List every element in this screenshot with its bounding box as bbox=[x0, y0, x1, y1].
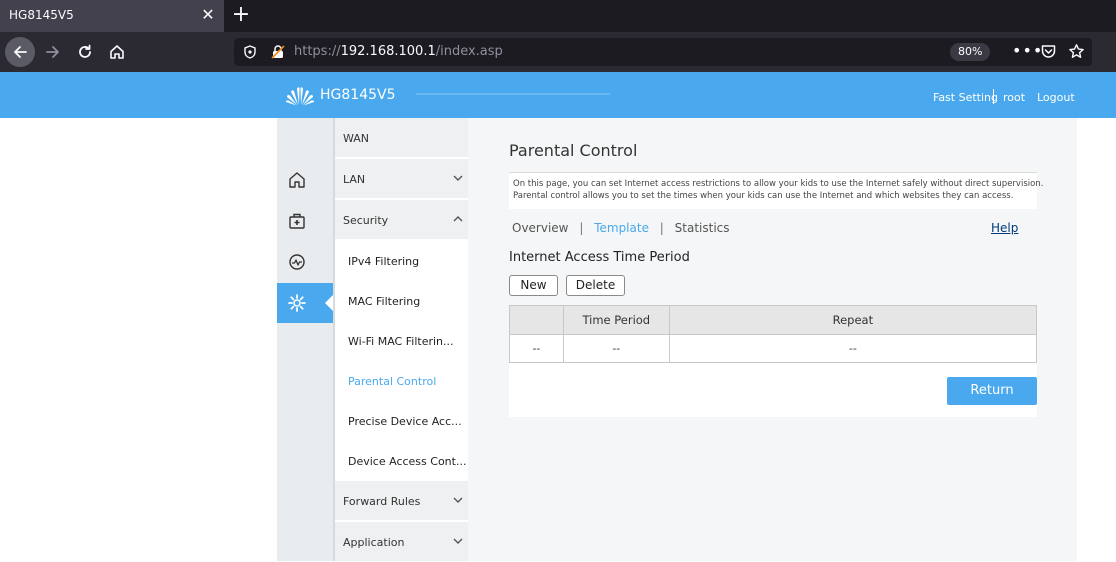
tab-separator: | bbox=[659, 221, 664, 235]
sidebar-subitem-mac-filtering[interactable]: MAC Filtering bbox=[335, 281, 470, 321]
arrow-right-icon bbox=[46, 46, 59, 58]
gear-icon bbox=[288, 294, 306, 312]
icon-nav-column bbox=[277, 118, 333, 561]
new-tab-button[interactable]: + bbox=[230, 4, 252, 26]
description-line: Parental control allows you to set the t… bbox=[513, 191, 1014, 201]
table-header-select bbox=[509, 305, 564, 335]
sidebar-subitem-parental-control[interactable]: Parental Control bbox=[335, 361, 470, 401]
table-row: -- -- -- bbox=[509, 334, 1038, 363]
table-cell: -- bbox=[668, 334, 1038, 363]
sidebar-subitem-label: IPv4 Filtering bbox=[348, 255, 420, 268]
new-button[interactable]: New bbox=[509, 275, 558, 296]
sidebar-subitem-label: Wi-Fi MAC Filterin... bbox=[348, 335, 454, 348]
insecure-lock-icon[interactable] bbox=[270, 44, 286, 60]
browser-tab[interactable]: HG8145V5 ✕ bbox=[0, 0, 224, 32]
home-button[interactable] bbox=[102, 37, 132, 67]
nav-diagnosis[interactable] bbox=[277, 242, 333, 282]
table-header-row: Time Period Repeat bbox=[509, 305, 1038, 335]
time-period-table: Time Period Repeat -- -- -- bbox=[509, 305, 1038, 363]
pocket-icon[interactable] bbox=[1040, 43, 1057, 60]
chevron-down-icon bbox=[453, 175, 463, 181]
sidebar-item-label: Application bbox=[343, 536, 405, 549]
table-cell: -- bbox=[509, 334, 564, 363]
sidebar-menu: WAN LAN Security IPv4 Filtering MAC Filt… bbox=[333, 118, 470, 562]
fast-setting-link[interactable]: Fast Setting bbox=[933, 91, 998, 104]
sidebar-item-security[interactable]: Security bbox=[335, 200, 470, 240]
home-icon bbox=[110, 45, 124, 59]
forward-button[interactable] bbox=[38, 37, 68, 67]
sidebar-subitem-device-access-control[interactable]: Device Access Cont... bbox=[335, 441, 470, 481]
sidebar-item-forward-rules[interactable]: Forward Rules bbox=[335, 481, 470, 521]
address-bar[interactable]: https://192.168.100.1/index.asp 80% ••• bbox=[234, 38, 1092, 66]
router-header: HG8145V5 Fast Setting root Logout bbox=[0, 72, 1116, 118]
page-title: Parental Control bbox=[509, 141, 638, 160]
return-button[interactable]: Return bbox=[947, 377, 1037, 405]
device-model: HG8145V5 bbox=[320, 87, 396, 103]
table-header-time-period: Time Period bbox=[562, 305, 670, 335]
huawei-logo-icon bbox=[286, 87, 314, 106]
more-actions-icon[interactable]: ••• bbox=[1012, 41, 1043, 60]
browser-tab-strip: HG8145V5 ✕ + bbox=[0, 0, 1116, 32]
tab-overview[interactable]: Overview bbox=[512, 221, 569, 235]
sidebar-item-label: Forward Rules bbox=[343, 495, 421, 508]
tab-template[interactable]: Template bbox=[594, 221, 649, 235]
section-title: Internet Access Time Period bbox=[509, 250, 690, 265]
nav-advanced[interactable] bbox=[277, 283, 333, 323]
logout-link[interactable]: Logout bbox=[1037, 91, 1075, 104]
chevron-down-icon bbox=[453, 497, 463, 503]
sidebar-subitem-label: MAC Filtering bbox=[348, 295, 421, 308]
medical-kit-icon bbox=[289, 213, 305, 229]
url-scheme: https:// bbox=[294, 44, 341, 59]
header-separator bbox=[993, 89, 994, 104]
chevron-down-icon bbox=[453, 538, 463, 544]
bookmark-star-icon[interactable] bbox=[1068, 43, 1085, 60]
sidebar-subitem-label: Parental Control bbox=[348, 375, 437, 388]
active-indicator bbox=[325, 295, 333, 311]
back-button[interactable] bbox=[5, 37, 35, 67]
sidebar-subitem-label: Precise Device Acc... bbox=[348, 415, 462, 428]
user-name-link[interactable]: root bbox=[1003, 91, 1025, 104]
page-description: On this page, you can set Internet acces… bbox=[509, 173, 1043, 209]
sidebar-item-lan[interactable]: LAN bbox=[335, 159, 470, 199]
delete-button[interactable]: Delete bbox=[566, 275, 625, 296]
sidebar-item-application[interactable]: Application bbox=[335, 522, 470, 562]
header-divider bbox=[416, 93, 610, 95]
description-line: On this page, you can set Internet acces… bbox=[513, 179, 1044, 189]
tab-separator: | bbox=[579, 221, 584, 235]
arrow-left-icon bbox=[14, 46, 27, 58]
sidebar-item-label: WAN bbox=[343, 132, 370, 145]
help-link[interactable]: Help bbox=[991, 221, 1018, 235]
chevron-up-icon bbox=[453, 216, 463, 222]
sidebar-subitem-ipv4-filtering[interactable]: IPv4 Filtering bbox=[335, 241, 470, 281]
browser-tab-title: HG8145V5 bbox=[9, 8, 74, 22]
description-text: On this page, you can set Internet acces… bbox=[513, 178, 1043, 202]
url-host: 192.168.100.1 bbox=[340, 44, 436, 59]
sidebar-subitem-wifi-mac-filtering[interactable]: Wi-Fi MAC Filterin... bbox=[335, 321, 470, 361]
shield-icon[interactable] bbox=[242, 44, 258, 60]
sidebar-item-label: Security bbox=[343, 214, 389, 227]
url-path: /index.asp bbox=[435, 44, 503, 59]
table-cell: -- bbox=[562, 334, 670, 363]
table-header-repeat: Repeat bbox=[668, 305, 1038, 335]
pulse-icon bbox=[289, 254, 305, 270]
url-text[interactable]: https://192.168.100.1/index.asp bbox=[294, 44, 503, 59]
close-tab-icon[interactable]: ✕ bbox=[199, 6, 217, 24]
reload-button[interactable] bbox=[70, 37, 100, 67]
nav-home[interactable] bbox=[277, 160, 333, 200]
reload-icon bbox=[79, 44, 91, 58]
tab-statistics[interactable]: Statistics bbox=[675, 221, 730, 235]
zoom-level-badge[interactable]: 80% bbox=[950, 43, 991, 61]
sidebar-subitem-label: Device Access Cont... bbox=[348, 455, 467, 468]
nav-maintenance[interactable] bbox=[277, 201, 333, 241]
sidebar-item-label: LAN bbox=[343, 173, 366, 186]
sub-tabs: Overview | Template | Statistics bbox=[512, 221, 730, 235]
sidebar-item-wan[interactable]: WAN bbox=[335, 118, 470, 158]
home-icon bbox=[289, 172, 305, 188]
sidebar-subitem-precise-device-access[interactable]: Precise Device Acc... bbox=[335, 401, 470, 441]
